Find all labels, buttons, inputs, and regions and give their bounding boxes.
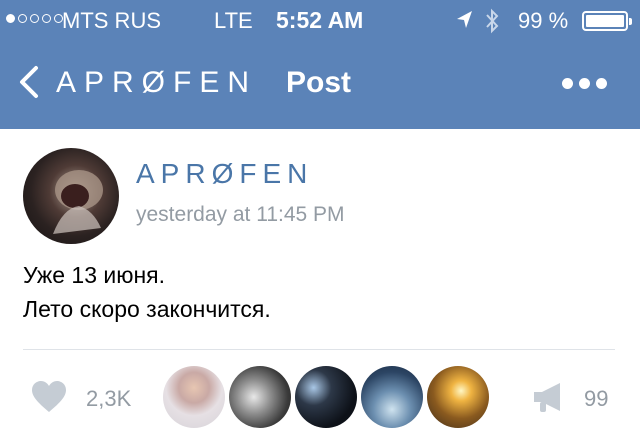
- page-title: Post: [286, 66, 352, 99]
- status-time: 5:52 AM: [276, 7, 364, 33]
- post-text-line-2: Лето скоро закончится.: [23, 296, 271, 322]
- battery-percent: 99 %: [518, 8, 569, 33]
- location-arrow-icon: [455, 9, 473, 37]
- repost-button[interactable]: [532, 380, 568, 414]
- post-text-line-1: Уже 13 июня.: [23, 262, 166, 288]
- ellipsis-icon: [562, 78, 573, 89]
- status-bar: MTS RUS LTE 5:52 AM 99 %: [0, 0, 640, 40]
- megaphone-icon: [534, 383, 560, 412]
- post-timestamp: yesterday at 11:45 PM: [136, 203, 345, 226]
- author-name[interactable]: APRØFEN: [136, 158, 313, 190]
- reposts-count[interactable]: 99: [584, 386, 608, 412]
- liker-avatar-1[interactable]: [163, 366, 225, 428]
- liker-avatar-2[interactable]: [229, 366, 291, 428]
- divider: [23, 349, 615, 350]
- liker-avatar-3[interactable]: [295, 366, 357, 428]
- back-button[interactable]: [12, 62, 52, 102]
- liker-avatar-4[interactable]: [361, 366, 423, 428]
- navigation-bar: APRØFEN Post: [0, 52, 640, 116]
- avatar-image: [53, 170, 103, 234]
- more-options-button[interactable]: [562, 78, 607, 89]
- carrier-label: MTS RUS: [62, 8, 161, 33]
- post-text: Уже 13 июня. Лето скоро закончится.: [23, 258, 271, 326]
- signal-strength-icon: [6, 14, 63, 23]
- chevron-left-icon: [20, 66, 38, 98]
- heart-icon: [32, 381, 66, 412]
- network-type: LTE: [214, 8, 253, 33]
- author-avatar[interactable]: [23, 148, 119, 244]
- liker-avatar-5[interactable]: [427, 366, 489, 428]
- battery-icon: [582, 11, 632, 31]
- page-name-link[interactable]: APRØFEN: [56, 66, 257, 100]
- top-header: MTS RUS LTE 5:52 AM 99 % APRØFEN Post: [0, 0, 640, 129]
- likes-count[interactable]: 2,3K: [86, 386, 131, 412]
- like-button[interactable]: [31, 380, 67, 414]
- bluetooth-icon: [484, 8, 500, 40]
